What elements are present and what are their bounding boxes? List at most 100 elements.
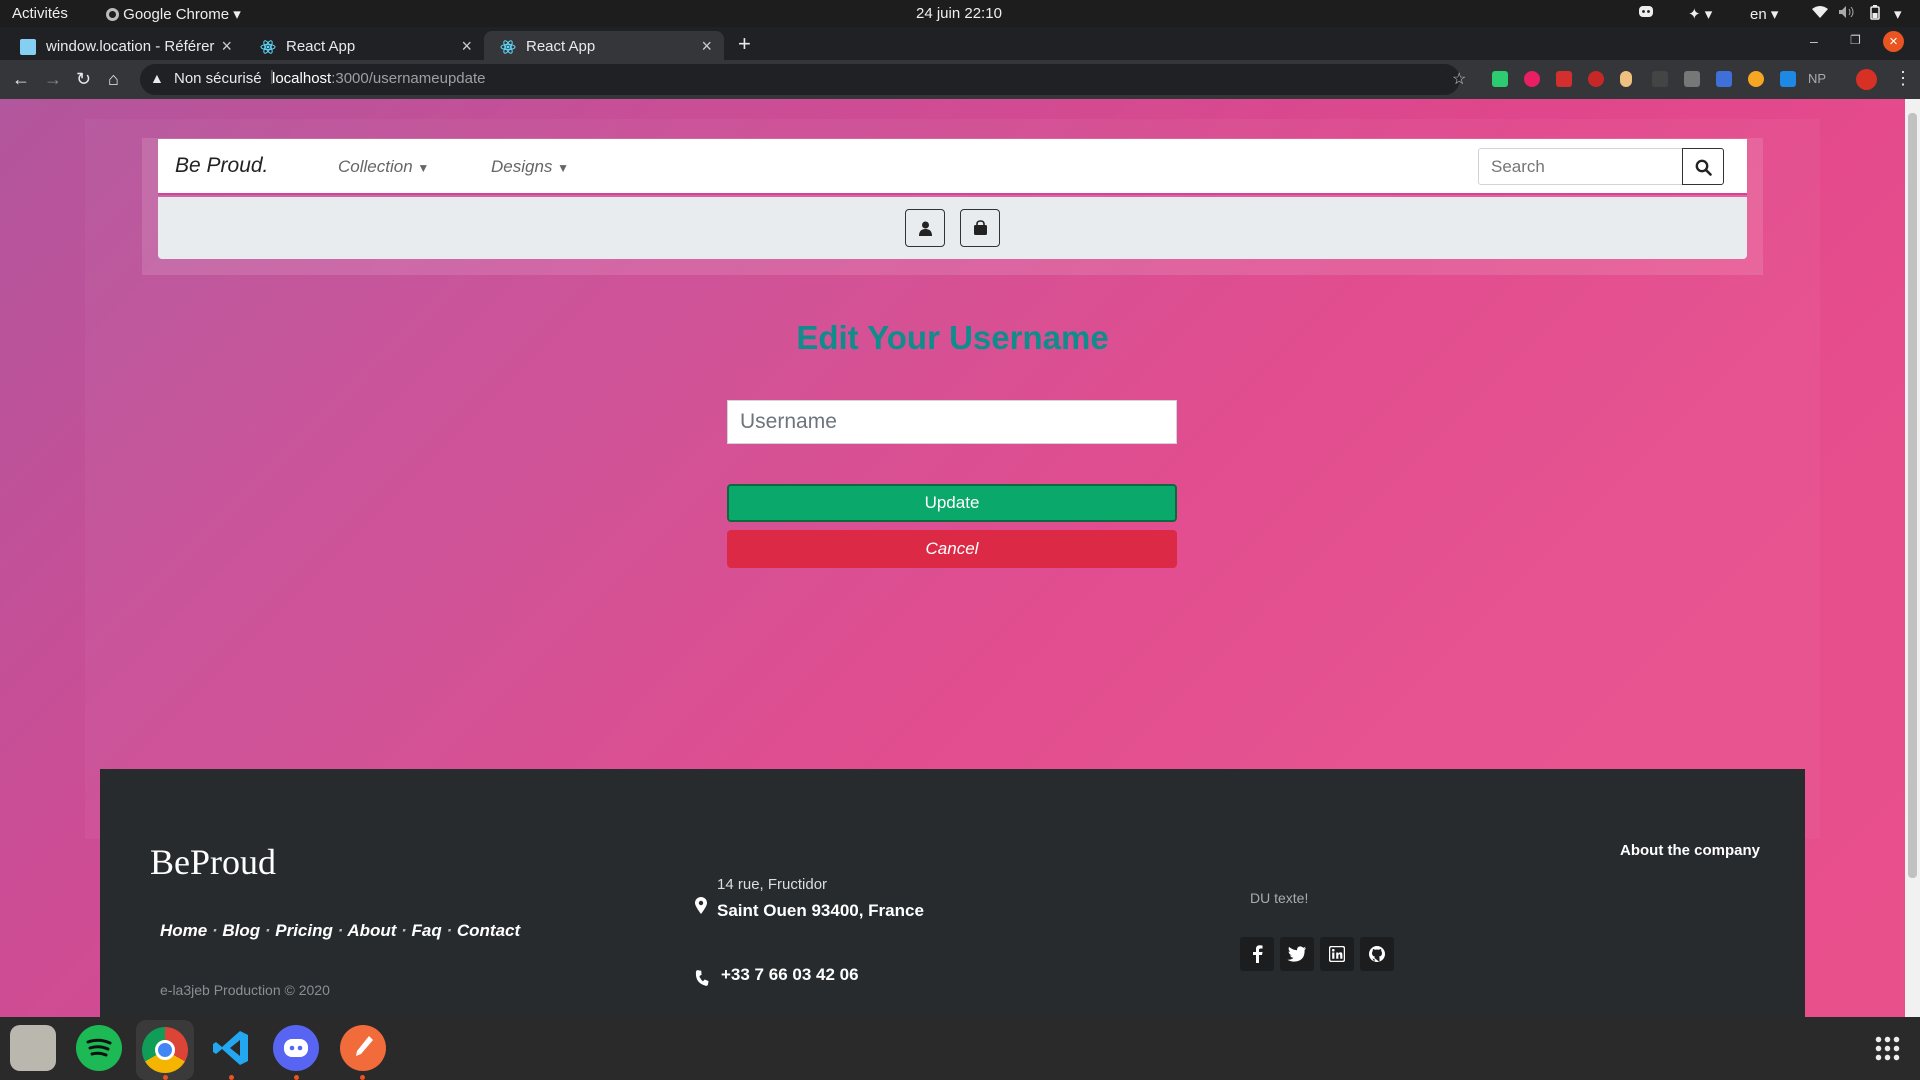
discord-app-icon[interactable] xyxy=(273,1025,319,1071)
extension-icon[interactable] xyxy=(1524,71,1540,87)
wifi-icon[interactable] xyxy=(1812,5,1828,23)
footer-link-contact[interactable]: Contact xyxy=(457,921,520,940)
extension-icon[interactable] xyxy=(1620,71,1632,87)
maximize-window-button[interactable]: ❐ xyxy=(1850,33,1861,47)
web-page: Be Proud. Collection ▼ Designs ▼ Edit Yo… xyxy=(0,99,1905,1017)
files-app-icon[interactable] xyxy=(10,1025,56,1071)
chrome-app-running[interactable] xyxy=(136,1020,194,1080)
activities-button[interactable]: Activités xyxy=(12,5,68,22)
minimize-window-button[interactable]: – xyxy=(1810,33,1818,49)
search-input[interactable] xyxy=(1478,148,1683,185)
profile-avatar[interactable] xyxy=(1856,69,1877,90)
linkedin-button[interactable] xyxy=(1320,937,1354,971)
chevron-down-icon: ▾ xyxy=(233,6,241,23)
accessibility-icon[interactable]: ✦ ▾ xyxy=(1688,5,1712,23)
extension-icon[interactable] xyxy=(1748,71,1764,87)
caret-down-icon: ▼ xyxy=(417,161,430,175)
clock[interactable]: 24 juin 22:10 xyxy=(916,5,1002,22)
nav-designs-dropdown[interactable]: Designs ▼ xyxy=(491,157,569,177)
extension-icon[interactable] xyxy=(1556,71,1572,87)
cancel-button[interactable]: Cancel xyxy=(727,530,1177,568)
reload-icon[interactable]: ↻ xyxy=(76,69,91,90)
footer-link-faq[interactable]: Faq xyxy=(412,921,442,940)
forward-arrow-icon[interactable]: → xyxy=(44,69,62,90)
bookmark-star-icon[interactable]: ☆ xyxy=(1452,69,1466,89)
extension-np-icon[interactable]: NP xyxy=(1808,71,1826,86)
running-indicator xyxy=(360,1075,365,1080)
extension-icon[interactable] xyxy=(1716,71,1732,87)
scrollbar-thumb[interactable] xyxy=(1908,113,1917,878)
adblock-icon[interactable] xyxy=(1588,71,1604,87)
footer-link-blog[interactable]: Blog xyxy=(222,921,260,940)
mdn-favicon-icon xyxy=(20,39,36,55)
app-menu-label: Google Chrome xyxy=(123,6,230,23)
about-text: DU texte! xyxy=(1250,890,1309,906)
close-tab-icon[interactable]: × xyxy=(701,36,712,57)
twitter-button[interactable] xyxy=(1280,937,1314,971)
github-icon xyxy=(1369,946,1385,962)
search-button[interactable] xyxy=(1682,148,1724,185)
tab-window-location[interactable]: window.location - Référer × xyxy=(4,31,244,60)
user-icon xyxy=(919,221,932,236)
account-button[interactable] xyxy=(905,209,945,247)
separator: · xyxy=(207,921,223,940)
address-bar[interactable]: ▲ Non sécurisé | localhost:3000/username… xyxy=(140,64,1466,95)
update-button[interactable]: Update xyxy=(727,484,1177,522)
close-tab-icon[interactable]: × xyxy=(461,36,472,57)
close-window-button[interactable]: × xyxy=(1883,31,1904,52)
system-menu-chevron-icon[interactable]: ▾ xyxy=(1894,5,1902,23)
navbar-brand[interactable]: Be Proud. xyxy=(175,154,268,178)
url-text[interactable]: localhost:3000/usernameupdate xyxy=(272,70,486,87)
cart-button[interactable] xyxy=(960,209,1000,247)
chrome-center-icon xyxy=(155,1040,175,1060)
caret-down-icon: ▼ xyxy=(557,161,570,175)
system-top-bar: Activités Google Chrome ▾ 24 juin 22:10 … xyxy=(0,0,1920,27)
tab-title: React App xyxy=(286,38,356,55)
discord-tray-icon[interactable] xyxy=(1638,5,1654,22)
vscode-app-icon[interactable] xyxy=(208,1025,254,1071)
new-tab-button[interactable]: + xyxy=(738,31,751,57)
facebook-button[interactable] xyxy=(1240,937,1274,971)
show-applications-icon[interactable] xyxy=(1874,1035,1902,1063)
warning-icon[interactable]: ▲ xyxy=(150,70,164,86)
footer-link-home[interactable]: Home xyxy=(160,921,207,940)
battery-icon[interactable] xyxy=(1870,5,1880,24)
extension-icon[interactable] xyxy=(1652,71,1668,87)
back-arrow-icon[interactable]: ← xyxy=(12,69,30,90)
spotify-app-icon[interactable] xyxy=(76,1025,122,1071)
linkedin-icon xyxy=(1329,946,1345,962)
language-label: en xyxy=(1750,6,1767,23)
separator: · xyxy=(441,921,457,940)
twitter-icon xyxy=(1287,946,1306,962)
volume-icon[interactable] xyxy=(1838,5,1854,23)
address-line-1: 14 rue, Fructidor xyxy=(717,876,828,893)
extension-icon[interactable] xyxy=(1780,71,1796,87)
page-scrollbar[interactable] xyxy=(1905,99,1920,1017)
postman-app-icon[interactable] xyxy=(340,1025,386,1071)
home-icon[interactable]: ⌂ xyxy=(108,69,119,90)
extension-icon[interactable] xyxy=(1684,71,1700,87)
address-line-2: Saint Ouen 93400, France xyxy=(717,901,924,920)
separator: · xyxy=(396,921,412,940)
tab-react-app-1[interactable]: React App × xyxy=(244,31,484,60)
footer: BeProud Home · Blog · Pricing · About · … xyxy=(100,769,1805,1017)
extension-icon[interactable] xyxy=(1492,71,1508,87)
github-button[interactable] xyxy=(1360,937,1394,971)
app-menu[interactable]: Google Chrome ▾ xyxy=(106,5,241,23)
chrome-small-icon xyxy=(106,8,119,21)
footer-link-about[interactable]: About xyxy=(347,921,396,940)
separator: · xyxy=(332,921,348,940)
username-input[interactable] xyxy=(727,400,1177,444)
footer-link-pricing[interactable]: Pricing xyxy=(275,921,333,940)
about-heading: About the company xyxy=(1620,842,1761,859)
map-marker-icon xyxy=(695,897,707,914)
chrome-menu-icon[interactable]: ⋮ xyxy=(1894,68,1912,89)
react-favicon-icon xyxy=(260,39,276,55)
nav-collection-dropdown[interactable]: Collection ▼ xyxy=(338,157,429,177)
language-selector[interactable]: en ▾ xyxy=(1750,5,1778,23)
tab-react-app-2[interactable]: React App × xyxy=(484,31,724,60)
security-label[interactable]: Non sécurisé xyxy=(174,70,262,87)
footer-nav: Home · Blog · Pricing · About · Faq · Co… xyxy=(160,921,520,941)
phone-icon xyxy=(695,970,709,986)
close-tab-icon[interactable]: × xyxy=(221,36,232,57)
